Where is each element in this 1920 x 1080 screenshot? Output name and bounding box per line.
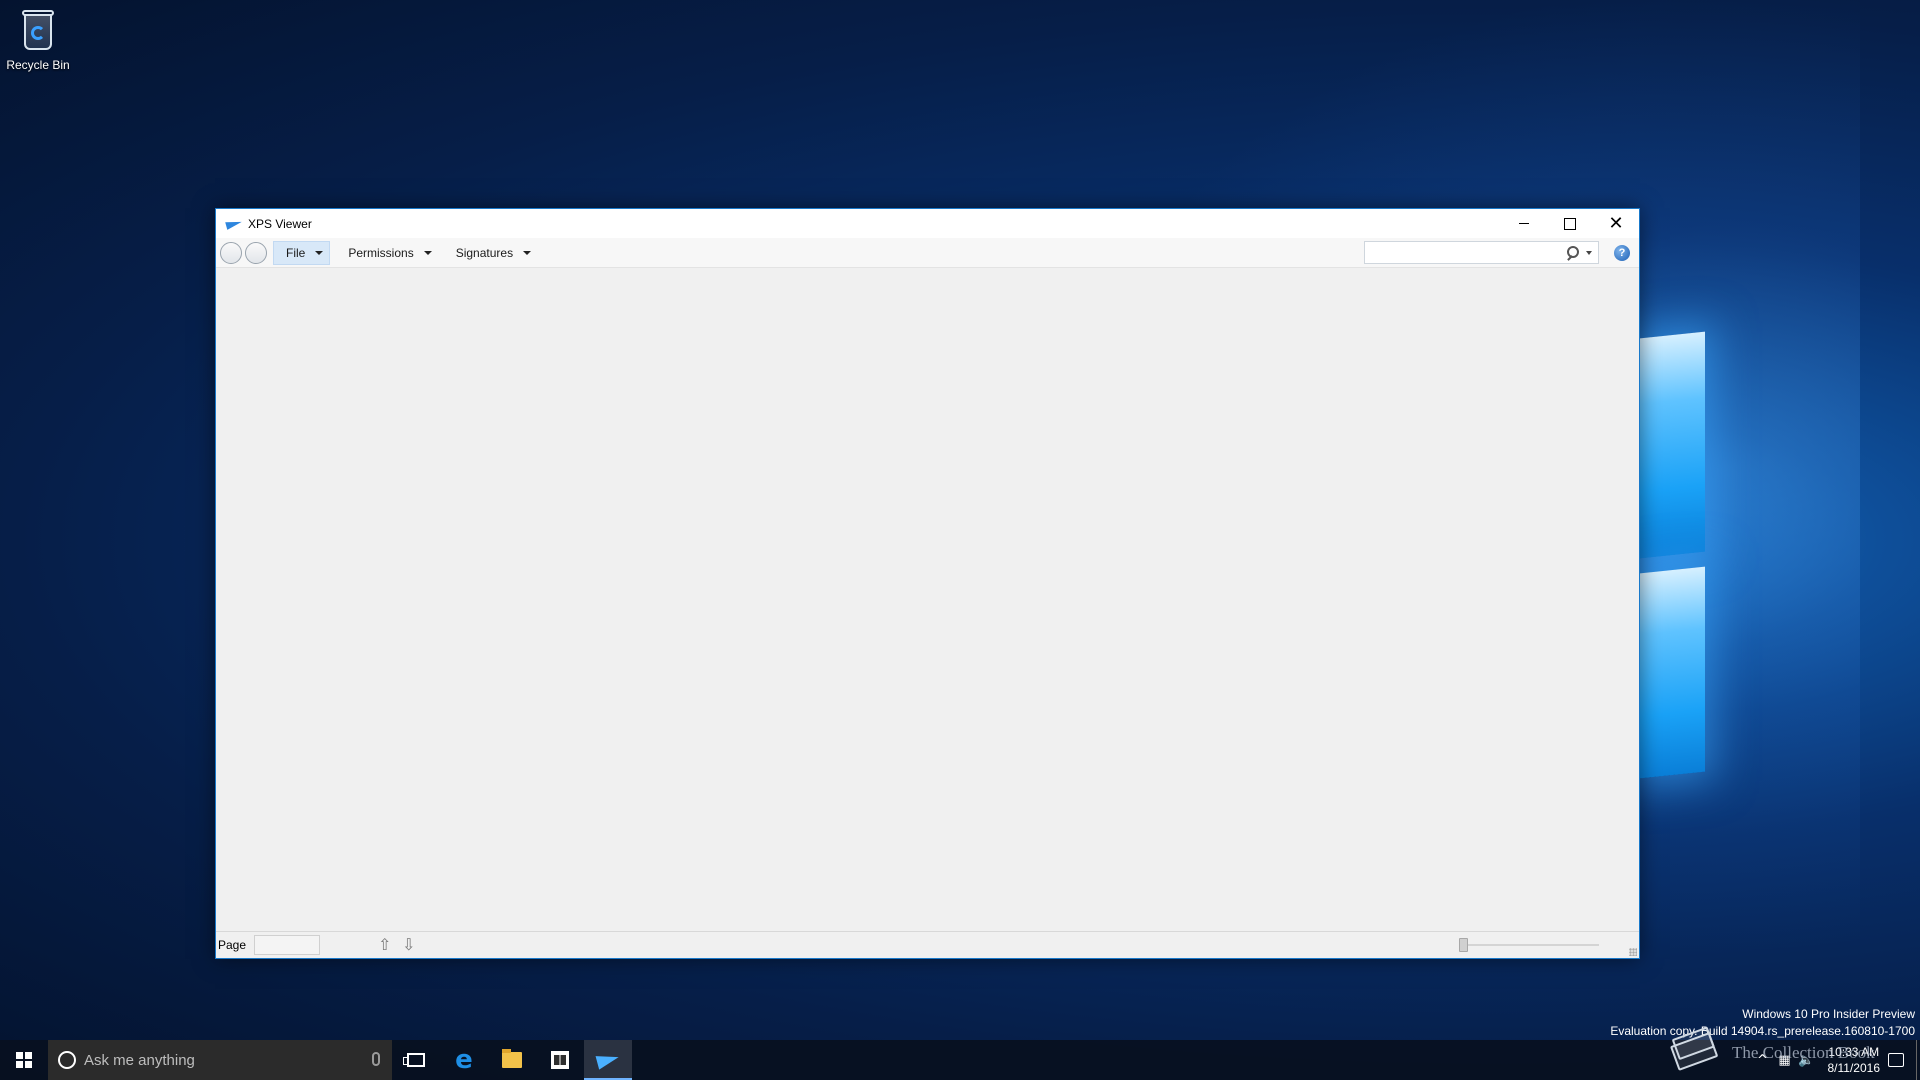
store-icon <box>551 1051 569 1069</box>
microphone-icon[interactable] <box>372 1052 380 1066</box>
desktop-icon-recycle-bin[interactable]: Recycle Bin <box>6 6 70 72</box>
close-button[interactable]: ✕ <box>1593 209 1639 238</box>
next-page-button[interactable]: ⇩ <box>402 936 420 954</box>
windows-start-icon <box>16 1052 32 1068</box>
search-input[interactable] <box>1365 242 1566 263</box>
help-label: ? <box>1618 247 1626 259</box>
forward-button[interactable] <box>245 241 267 264</box>
brand-watermark: The Collection Book <box>1732 1043 1875 1062</box>
cortana-icon <box>58 1051 76 1069</box>
search-icon[interactable] <box>1566 245 1580 260</box>
window-title: XPS Viewer <box>248 216 312 231</box>
folder-icon <box>502 1049 522 1068</box>
zoom-slider[interactable] <box>1459 938 1599 952</box>
cortana-search-box[interactable]: Ask me anything <box>48 1040 392 1080</box>
search-options-dropdown-icon[interactable] <box>1586 250 1592 255</box>
chevron-down-icon <box>423 250 432 255</box>
page-number-field[interactable] <box>254 935 321 955</box>
maximize-button[interactable] <box>1547 209 1593 238</box>
start-button[interactable] <box>0 1040 48 1080</box>
status-bar: Page ⇧ ⇩ <box>216 931 1639 958</box>
chevron-down-icon <box>315 250 324 255</box>
window-controls: ✕ <box>1501 209 1639 238</box>
xps-viewer-window: XPS Viewer ✕ File Permissions Signatures… <box>215 208 1640 959</box>
menu-permissions[interactable]: Permissions <box>336 241 437 265</box>
minimize-button[interactable] <box>1501 209 1547 238</box>
taskbar-file-explorer[interactable] <box>488 1040 536 1080</box>
menu-permissions-label: Permissions <box>348 245 414 260</box>
toolbar: File Permissions Signatures ? <box>216 238 1639 268</box>
resize-grip[interactable] <box>1629 948 1637 956</box>
evaluation-watermark: Windows 10 Pro Insider Preview Evaluatio… <box>1610 1006 1915 1040</box>
taskbar-store[interactable] <box>536 1040 584 1080</box>
xps-viewer-icon <box>595 1050 621 1070</box>
recycle-bin-label: Recycle Bin <box>6 58 70 72</box>
task-view-icon <box>403 1053 425 1067</box>
page-label: Page <box>218 938 247 952</box>
menu-file[interactable]: File <box>273 240 331 265</box>
title-bar[interactable]: XPS Viewer ✕ <box>216 209 1639 238</box>
watermark-line-1: Windows 10 Pro Insider Preview <box>1742 1007 1915 1021</box>
watermark-line-2: Evaluation copy. Build 14904.rs_prerelea… <box>1610 1024 1915 1038</box>
menu-signatures[interactable]: Signatures <box>444 241 537 265</box>
back-button[interactable] <box>220 241 242 264</box>
menu-signatures-label: Signatures <box>455 245 514 260</box>
taskbar: Ask me anything e ^ ▦ 🔈 10:33 AM 8/11/20… <box>0 1040 1920 1080</box>
zoom-slider-thumb[interactable] <box>1459 938 1468 952</box>
chevron-down-icon <box>523 250 532 255</box>
arrow-down-icon: ⇩ <box>402 935 416 954</box>
previous-page-button[interactable]: ⇧ <box>378 936 396 954</box>
cortana-placeholder: Ask me anything <box>84 1051 195 1069</box>
xps-viewer-icon <box>226 219 242 229</box>
taskbar-xps-viewer[interactable] <box>584 1040 632 1080</box>
action-center-icon[interactable] <box>1888 1053 1904 1067</box>
help-icon[interactable]: ? <box>1614 245 1630 261</box>
windows-logo-wallpaper <box>1640 300 1840 800</box>
task-view-button[interactable] <box>392 1040 440 1080</box>
show-desktop-button[interactable] <box>1916 1040 1920 1080</box>
arrow-up-icon: ⇧ <box>378 935 392 954</box>
menu-file-label: File <box>286 245 306 260</box>
recycle-bin-icon <box>18 6 58 52</box>
search-box <box>1364 241 1599 264</box>
taskbar-edge[interactable]: e <box>440 1040 488 1080</box>
edge-icon: e <box>455 1045 473 1075</box>
document-area[interactable] <box>216 269 1639 931</box>
